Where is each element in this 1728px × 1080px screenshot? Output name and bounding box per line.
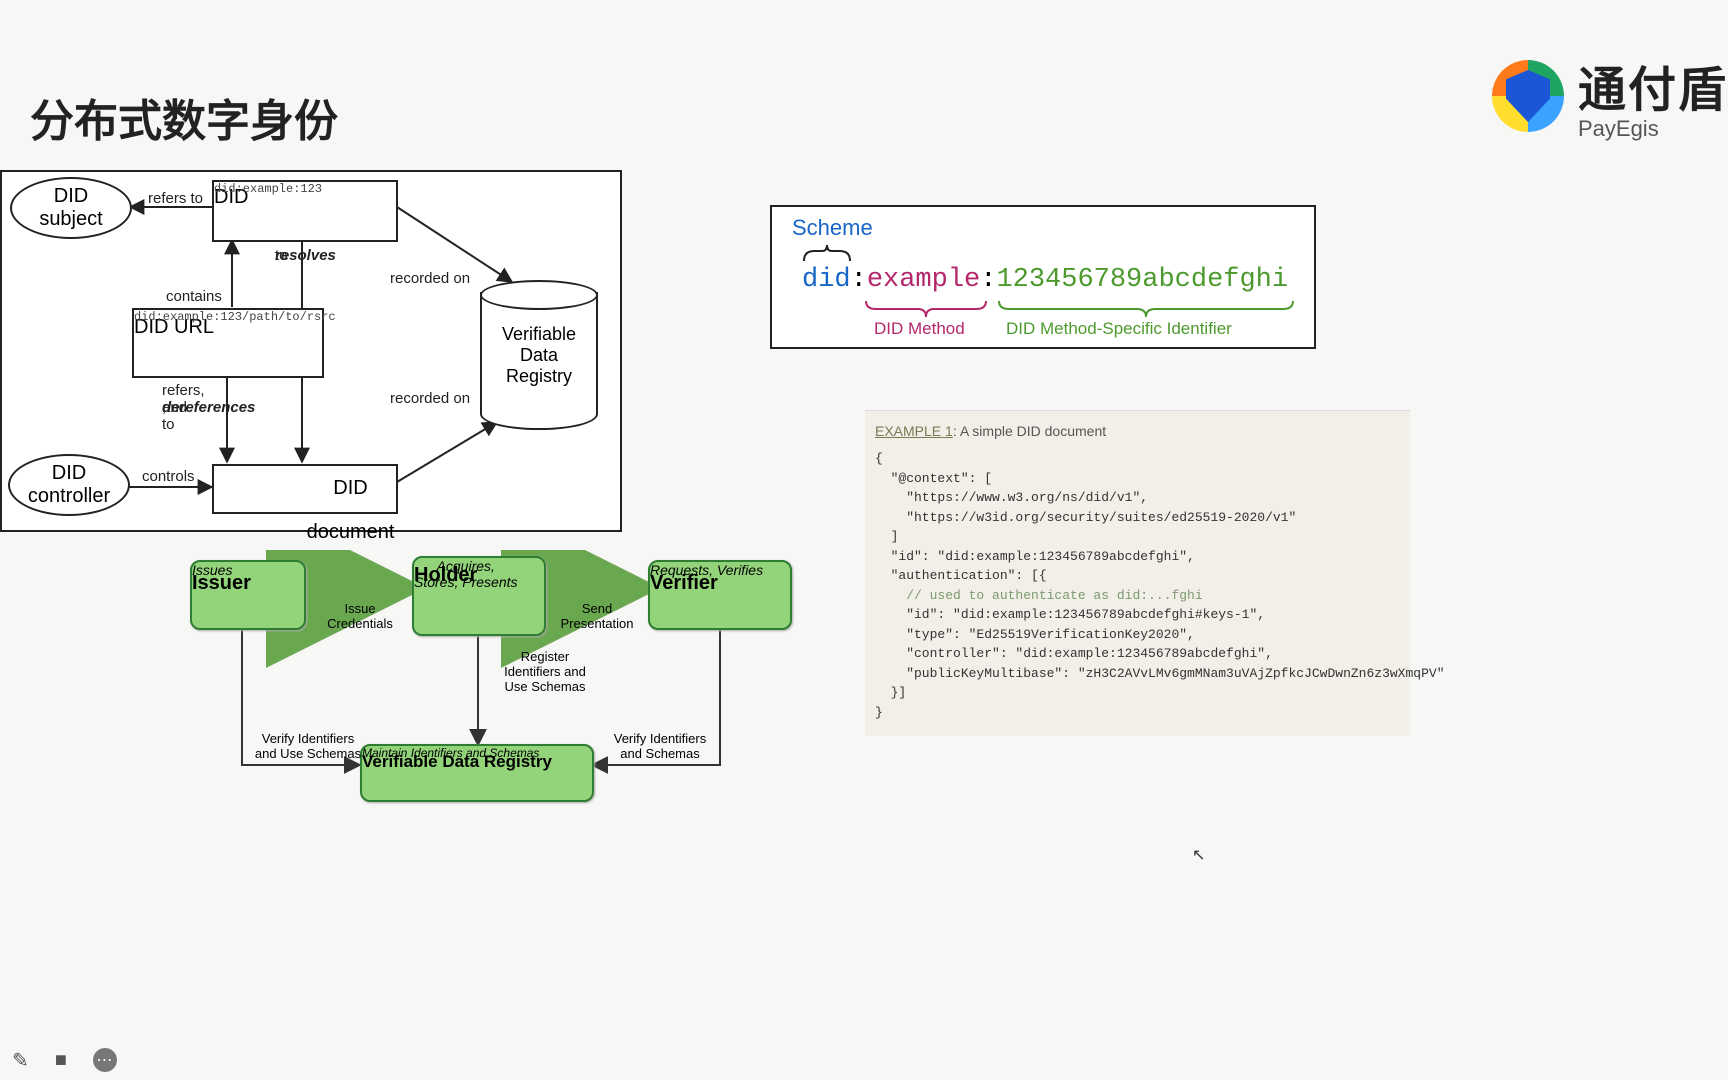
edge-verify-left: Verify Identifiers and Use Schemas bbox=[248, 732, 368, 762]
uri-method-label: DID Method bbox=[874, 319, 965, 339]
node-vdr: Verifiable Data Registry Maintain Identi… bbox=[360, 744, 594, 802]
brand-cn: 通付盾 bbox=[1578, 50, 1728, 120]
edge-verify-right: Verify Identifiers and Schemas bbox=[600, 732, 720, 762]
node-issuer: Issuer Issues bbox=[190, 560, 306, 630]
edge-recorded-bottom: recorded on bbox=[390, 390, 470, 407]
edge-issue-credentials: Issue Credentials bbox=[320, 602, 400, 632]
example-did-document: EXAMPLE 1: A simple DID document { "@con… bbox=[865, 410, 1410, 736]
brace-scheme-icon bbox=[802, 245, 852, 263]
uri-scheme-label: Scheme bbox=[792, 215, 873, 241]
node-verifiable-data-registry: Verifiable Data Registry bbox=[480, 280, 598, 430]
edge-resolves-to: resolves to bbox=[275, 247, 288, 264]
vc-roles-diagram: Issuer Issues Holder Acquires, Stores, P… bbox=[180, 550, 820, 820]
example-code: { "@context": [ "https://www.w3.org/ns/d… bbox=[875, 449, 1400, 722]
brace-method-icon bbox=[864, 299, 988, 317]
node-verifier: Verifier Requests, Verifies bbox=[648, 560, 792, 630]
brand-en: PayEgis bbox=[1578, 116, 1728, 142]
example-header: EXAMPLE 1: A simple DID document bbox=[875, 423, 1400, 439]
did-architecture-diagram: DID subject DID did:example:123 DID URL … bbox=[0, 170, 622, 532]
node-did-url: DID URL did:example:123/path/to/rsrc bbox=[132, 308, 324, 378]
bottom-toolbar: ✎ ■ ⋯ bbox=[0, 1040, 1728, 1080]
uri-specific-label: DID Method-Specific Identifier bbox=[1006, 319, 1232, 339]
brace-specific-icon bbox=[997, 299, 1295, 317]
shield-icon bbox=[1492, 60, 1564, 132]
node-holder: Holder Acquires, Stores, Presents bbox=[412, 556, 546, 636]
node-did-document: DID document bbox=[212, 464, 398, 514]
cursor-icon: ↖ bbox=[1192, 845, 1205, 865]
more-icon[interactable]: ⋯ bbox=[93, 1048, 117, 1072]
edge-send-presentation: Send Presentation bbox=[552, 602, 642, 632]
pen-icon[interactable]: ✎ bbox=[12, 1048, 29, 1073]
did-uri-syntax: Scheme did:example:123456789abcdefghi DI… bbox=[770, 205, 1316, 349]
node-did-subject: DID subject bbox=[10, 177, 132, 239]
uri-string: did:example:123456789abcdefghi bbox=[802, 265, 1288, 295]
brand-logo: 通付盾 PayEgis bbox=[1492, 50, 1728, 142]
edge-refers-to: refers to bbox=[148, 190, 203, 207]
camera-icon[interactable]: ■ bbox=[55, 1049, 67, 1072]
slide-title: 分布式数字身份 bbox=[30, 85, 338, 149]
node-did-controller: DID controller bbox=[8, 454, 130, 516]
edge-register: Register Identifiers and Use Schemas bbox=[490, 650, 600, 695]
edge-recorded-top: recorded on bbox=[390, 270, 470, 287]
edge-controls: controls bbox=[142, 468, 195, 485]
edge-contains: contains bbox=[166, 288, 222, 305]
node-did: DID did:example:123 bbox=[212, 180, 398, 242]
